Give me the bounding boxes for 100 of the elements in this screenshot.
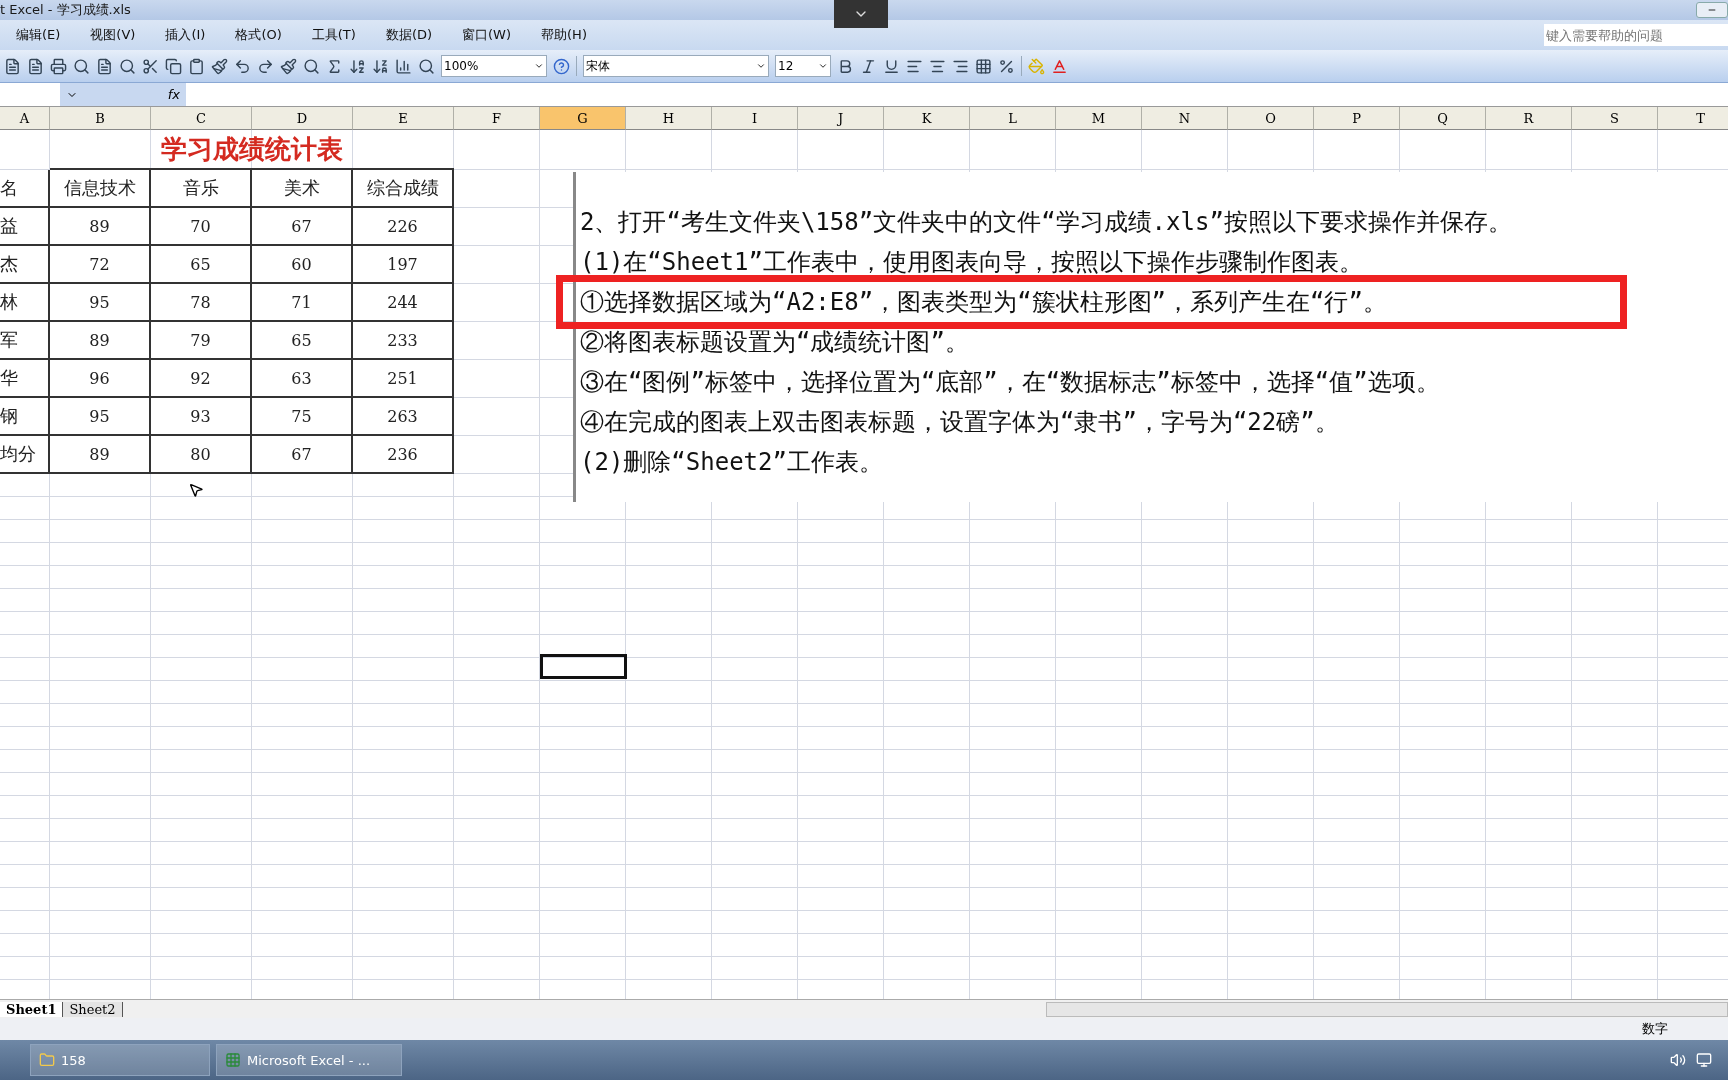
menu-item[interactable]: 帮助(H) [541, 26, 587, 44]
sheet-tab[interactable]: Sheet2 [63, 1001, 123, 1017]
chart-icon[interactable] [395, 57, 412, 75]
column-header[interactable]: P [1314, 107, 1400, 130]
table-cell: 80 [151, 436, 252, 474]
print-preview-icon[interactable] [73, 57, 90, 75]
column-header[interactable]: G [540, 107, 626, 130]
table-cell: 197 [353, 246, 454, 284]
header-cell: 美术 [252, 170, 353, 208]
zoom-dropdown[interactable]: 100% [441, 55, 547, 77]
sort-ascending-icon[interactable] [349, 57, 366, 75]
cut-icon[interactable] [142, 57, 159, 75]
column-header[interactable]: L [970, 107, 1056, 130]
italic-icon[interactable] [860, 57, 877, 75]
table-cell: 93 [151, 398, 252, 436]
column-header[interactable]: O [1228, 107, 1314, 130]
font-size-dropdown[interactable]: 12 [775, 55, 831, 77]
table-cell: 251 [353, 360, 454, 398]
header-cell: 名 [0, 170, 50, 208]
table-cell: 71 [252, 284, 353, 322]
column-header[interactable]: S [1572, 107, 1658, 130]
zoom-icon[interactable] [418, 57, 435, 75]
menu-item[interactable]: 工具(T) [311, 26, 356, 44]
column-header[interactable]: R [1486, 107, 1572, 130]
instruction-line: ④在完成的图表上双击图表标题，设置字体为“隶书”，字号为“22磅”。 [579, 407, 1340, 438]
menu-item[interactable]: 视图(V) [90, 26, 136, 44]
font-color-icon[interactable] [1051, 57, 1068, 75]
fill-color-icon[interactable] [1028, 57, 1045, 75]
table-cell: 均分 [0, 436, 50, 474]
table-cell: 89 [50, 208, 151, 246]
brush-icon[interactable] [211, 57, 228, 75]
sheet-tab[interactable]: Sheet1 [0, 1001, 64, 1017]
font-dropdown[interactable]: 宋体 [583, 55, 769, 77]
help-icon[interactable] [553, 57, 570, 75]
instruction-line: 2、打开“考生文件夹\158”文件夹中的文件“学习成绩.xls”按照以下要求操作并保存。 [579, 207, 1513, 238]
menu-item[interactable]: 插入(I) [165, 26, 206, 44]
table-cell: 95 [50, 284, 151, 322]
table-cell: 65 [252, 322, 353, 360]
help-search-field[interactable]: 键入需要帮助的问题 [1544, 24, 1728, 46]
menu-item[interactable]: 窗口(W) [462, 26, 512, 44]
column-header[interactable]: M [1056, 107, 1142, 130]
column-header[interactable]: C [151, 107, 252, 130]
column-header[interactable]: D [252, 107, 353, 130]
column-header[interactable]: E [353, 107, 454, 130]
header-cell: 综合成绩 [353, 170, 454, 208]
table-cell: 89 [50, 322, 151, 360]
percent-icon[interactable] [998, 57, 1015, 75]
selected-cell[interactable] [540, 654, 627, 679]
print-icon[interactable] [50, 57, 67, 75]
spreadsheet-icon [225, 1052, 241, 1068]
mouse-pointer-icon [188, 482, 204, 498]
table-cell: 70 [151, 208, 252, 246]
minimize-button[interactable] [1696, 2, 1728, 18]
underline-icon[interactable] [883, 57, 900, 75]
header-cell: 音乐 [151, 170, 252, 208]
menu-item[interactable]: 格式(O) [235, 26, 282, 44]
table-cell: 67 [252, 208, 353, 246]
undo-icon[interactable] [234, 57, 251, 75]
table-cell: 78 [151, 284, 252, 322]
window-title: t Excel - 学习成绩.xls [0, 1, 131, 19]
table-cell: 63 [252, 360, 353, 398]
instruction-line: ③在“图例”标签中，选择位置为“底部”，在“数据标志”标签中，选择“值”选项。 [579, 367, 1441, 398]
folder-icon [39, 1052, 55, 1068]
function-label[interactable]: fx [116, 83, 186, 106]
column-header[interactable]: I [712, 107, 798, 130]
table-cell: 72 [50, 246, 151, 284]
table-cell: 军 [0, 322, 50, 360]
column-header[interactable]: H [626, 107, 712, 130]
paste-icon[interactable] [188, 57, 205, 75]
column-header[interactable]: B [50, 107, 151, 130]
new-file-icon[interactable] [4, 57, 21, 75]
menu-item[interactable]: 数据(D) [385, 26, 433, 44]
copy-icon[interactable] [165, 57, 182, 75]
table-cell: 65 [151, 246, 252, 284]
sort-descending-icon[interactable] [372, 57, 389, 75]
redo-icon[interactable] [257, 57, 274, 75]
table-cell: 华 [0, 360, 50, 398]
table-cell: 林 [0, 284, 50, 322]
column-header[interactable]: N [1142, 107, 1228, 130]
table-cell: 杰 [0, 246, 50, 284]
table-cell: 60 [252, 246, 353, 284]
volume-icon[interactable] [1670, 1052, 1686, 1068]
table-cell: 67 [252, 436, 353, 474]
column-header[interactable]: K [884, 107, 970, 130]
merge-cells-icon[interactable] [975, 57, 992, 75]
column-header[interactable]: Q [1400, 107, 1486, 130]
caret-icon [756, 61, 766, 71]
column-header[interactable]: T [1658, 107, 1728, 130]
caret-icon [534, 61, 544, 71]
menu-item[interactable]: 编辑(E) [16, 26, 61, 44]
monitor-icon[interactable] [1696, 1052, 1712, 1068]
table-cell: 钢 [0, 398, 50, 436]
column-header[interactable]: A [0, 107, 50, 130]
table-cell: 79 [151, 322, 252, 360]
column-header[interactable]: J [798, 107, 884, 130]
table-cell: 益 [0, 208, 50, 246]
table-cell: 263 [353, 398, 454, 436]
instruction-line: ②将图表标题设置为“成绩统计图”。 [579, 327, 970, 358]
horizontal-scrollbar[interactable] [1046, 1001, 1728, 1017]
column-header[interactable]: F [454, 107, 540, 130]
